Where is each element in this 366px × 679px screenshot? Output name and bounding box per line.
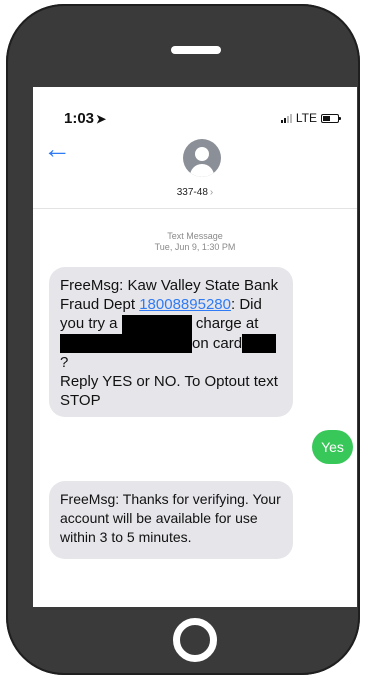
location-arrow-icon: ➤	[96, 112, 107, 126]
outgoing-message-bubble[interactable]: Yes	[312, 430, 353, 464]
phone-number-link[interactable]: 18008895280	[139, 296, 231, 313]
redaction-bar	[60, 334, 192, 354]
network-type: LTE	[295, 111, 317, 125]
thread-timestamp: Text Message Tue, Jun 9, 1:30 PM	[154, 231, 236, 252]
contact-name[interactable]: 337-48 ›	[33, 187, 357, 198]
back-arrow-icon[interactable]: ←	[43, 135, 71, 163]
phone-frame: 1:03 ➤ LTE ← 337-48 › Text Message Tue, Ju…	[6, 4, 360, 675]
status-indicators: LTE	[280, 111, 341, 125]
person-icon	[195, 147, 209, 161]
speaker-grille	[171, 46, 221, 54]
incoming-message-bubble[interactable]: FreeMsg: Thanks for verifying. Your acco…	[49, 481, 293, 559]
cell-signal-icon	[280, 113, 292, 123]
redaction-bar	[242, 334, 277, 354]
contact-avatar[interactable]	[183, 139, 221, 177]
battery-icon	[321, 113, 341, 123]
redaction-bar	[121, 314, 192, 334]
incoming-message-bubble[interactable]: FreeMsg: Kaw Valley State Bank Fraud Dep…	[49, 267, 293, 417]
chevron-right-icon: ›	[209, 187, 214, 198]
home-button[interactable]	[173, 618, 217, 662]
status-time: 1:03 ➤	[64, 110, 107, 127]
messages-screen: 1:03 ➤ LTE ← 337-48 › Text Message Tue, Ju…	[33, 87, 357, 607]
header-divider	[33, 208, 357, 209]
